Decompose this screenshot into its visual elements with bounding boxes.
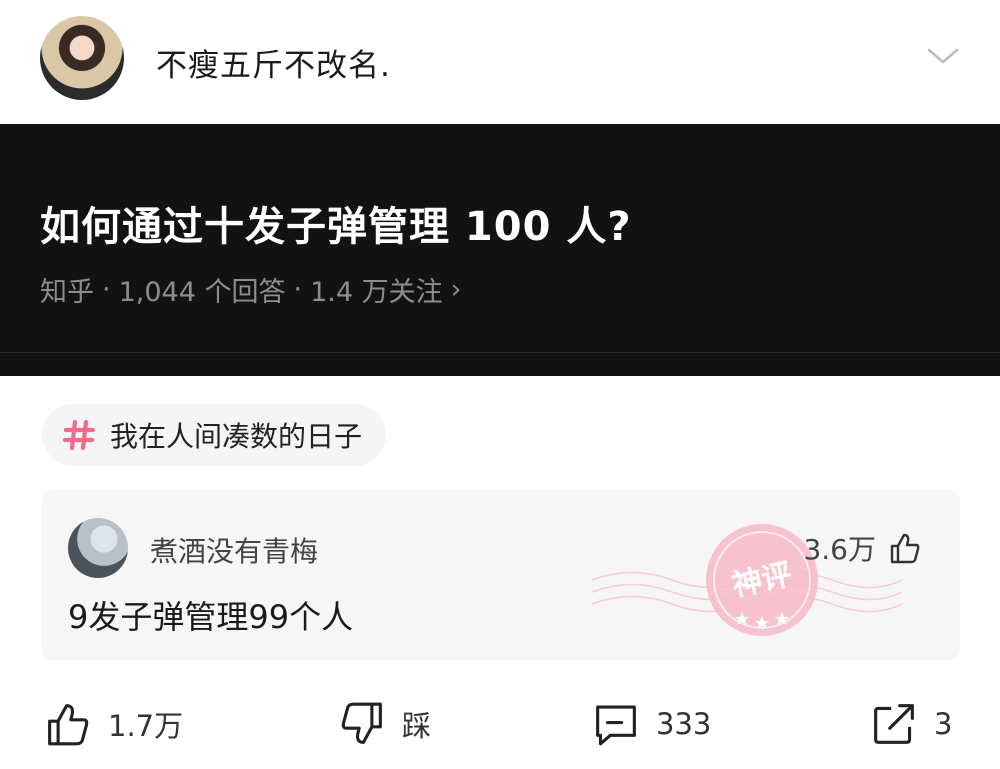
thumbs-down-icon <box>341 702 382 744</box>
share-icon <box>874 704 914 744</box>
chevron-down-icon[interactable] <box>926 44 960 68</box>
hash-icon <box>62 419 96 451</box>
question-meta[interactable]: 知乎 · 1,044 个回答 · 1.4 万关注 › <box>40 270 461 309</box>
share-count: 3 <box>934 707 953 741</box>
chevron-right-icon: › <box>450 274 462 305</box>
question-title[interactable]: 如何通过十发子弹管理 100 人? <box>40 194 632 252</box>
meta-separator: · <box>293 274 303 305</box>
action-bar: 1.7万 踩 333 3 <box>0 690 1000 760</box>
share-button[interactable]: 3 <box>870 700 952 748</box>
like-button[interactable]: 1.7万 <box>44 700 183 748</box>
like-count: 1.7万 <box>108 709 184 743</box>
commenter-avatar[interactable] <box>68 518 128 578</box>
dislike-label: 踩 <box>402 709 432 743</box>
topic-label: 我在人间凑数的日子 <box>110 420 363 453</box>
comment-button[interactable]: 333 <box>592 700 711 748</box>
author-avatar[interactable] <box>40 16 124 100</box>
answer-page: 不瘦五斤不改名. 如何通过十发子弹管理 100 人? 知乎 · 1,044 个回… <box>0 0 1000 769</box>
dislike-button[interactable]: 踩 <box>338 700 431 748</box>
hot-comment-card[interactable]: 神评 煮酒没有青梅 9发子弹管理99个人 3.6万 <box>42 490 960 660</box>
comment-icon <box>596 705 636 746</box>
author-name[interactable]: 不瘦五斤不改名. <box>156 40 391 85</box>
topic-chip[interactable]: 我在人间凑数的日子 <box>42 404 387 466</box>
comment-like-count: 3.6万 <box>803 533 876 566</box>
thumbs-up-icon <box>890 533 920 564</box>
comment-count: 333 <box>656 707 712 741</box>
answer-count: 1,044 个回答 <box>118 277 286 308</box>
divider <box>0 352 1000 353</box>
thumbs-up-icon <box>48 704 89 746</box>
question-banner[interactable]: 如何通过十发子弹管理 100 人? 知乎 · 1,044 个回答 · 1.4 万… <box>0 124 1000 376</box>
author-header: 不瘦五斤不改名. <box>0 0 1000 124</box>
follower-count: 1.4 万关注 <box>310 277 443 308</box>
question-source: 知乎 <box>40 277 94 308</box>
comment-like-button[interactable]: 3.6万 <box>803 528 922 568</box>
commenter-name[interactable]: 煮酒没有青梅 <box>150 530 318 570</box>
comment-text: 9发子弹管理99个人 <box>68 598 354 636</box>
meta-separator: · <box>102 274 111 305</box>
